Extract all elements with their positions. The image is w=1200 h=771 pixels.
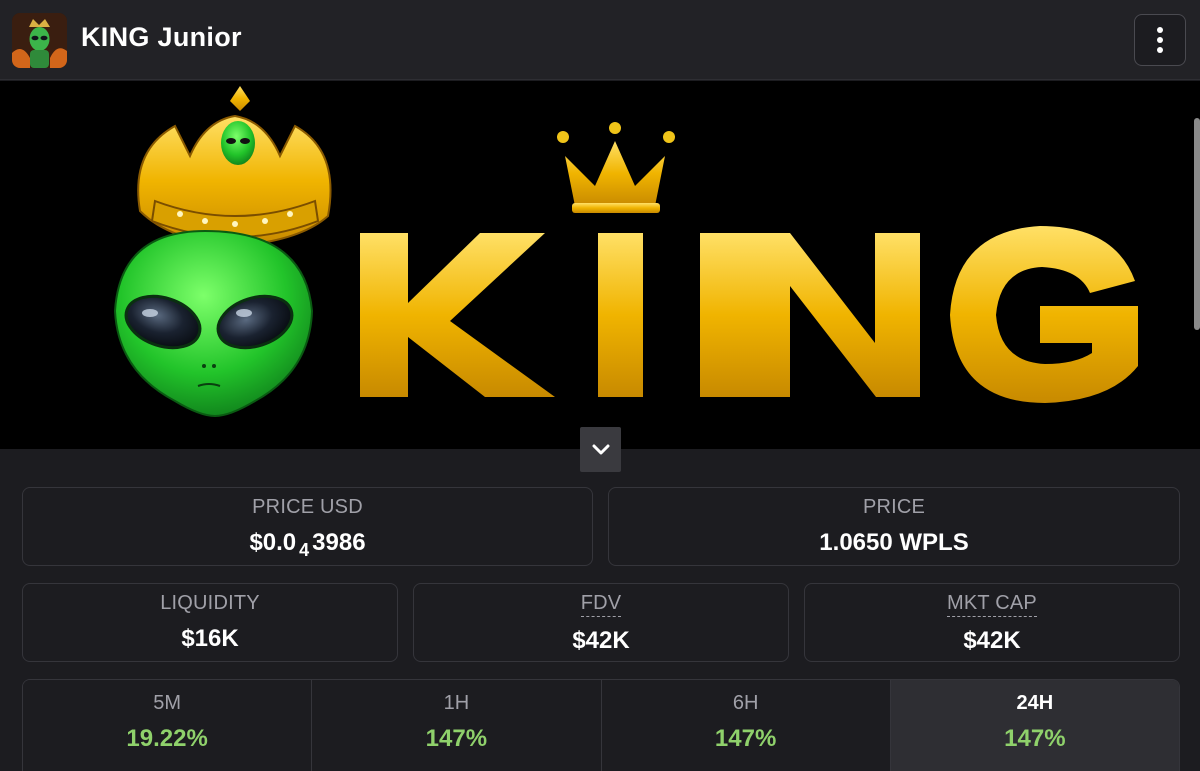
price-native-label: PRICE bbox=[862, 496, 926, 518]
tab-5m[interactable]: 5M 19.22% bbox=[23, 680, 313, 771]
token-banner bbox=[0, 81, 1200, 449]
price-change-value: 147% bbox=[714, 725, 777, 752]
fdv-value: $42K bbox=[572, 627, 630, 654]
liquidity-card: LIQUIDITY $16K bbox=[22, 583, 398, 662]
price-change-value: 147% bbox=[425, 725, 488, 752]
token-title: KING Junior bbox=[81, 22, 242, 52]
menu-dot bbox=[1157, 37, 1163, 43]
more-options-button[interactable] bbox=[1134, 14, 1186, 66]
price-native-card: PRICE 1.0650 WPLS bbox=[608, 487, 1180, 566]
king-crown-icon bbox=[557, 122, 675, 213]
alien-king-avatar-icon bbox=[12, 13, 67, 68]
price-change-value: 19.22% bbox=[126, 725, 208, 752]
fdv-card[interactable]: FDV $42K bbox=[413, 583, 789, 662]
chevron-down-icon bbox=[592, 444, 609, 454]
top-bar: KING Junior bbox=[0, 0, 1200, 80]
liquidity-value: $16K bbox=[181, 625, 239, 652]
token-avatar bbox=[12, 13, 67, 68]
tab-label: 1H bbox=[443, 692, 470, 714]
market-cap-label[interactable]: MKT CAP bbox=[947, 592, 1037, 617]
alien-crown-icon bbox=[137, 86, 332, 248]
tab-label: 6H bbox=[732, 692, 759, 714]
menu-dot bbox=[1157, 27, 1163, 33]
alien-head-icon bbox=[113, 229, 314, 418]
tab-1h[interactable]: 1H 147% bbox=[312, 680, 602, 771]
price-usd-label: PRICE USD bbox=[252, 496, 363, 518]
collapse-banner-button[interactable] bbox=[580, 427, 621, 472]
tab-6h[interactable]: 6H 147% bbox=[601, 680, 891, 771]
price-change-tabs: 5M 19.22% 1H 147% 6H 147% 24H 147% bbox=[22, 679, 1180, 771]
king-logo-image bbox=[113, 86, 1138, 418]
tab-label: 24H bbox=[1016, 692, 1054, 714]
liquidity-label: LIQUIDITY bbox=[160, 592, 260, 614]
banner-scrollbar[interactable] bbox=[1194, 118, 1200, 330]
tab-24h[interactable]: 24H 147% bbox=[890, 680, 1179, 771]
tab-label: 5M bbox=[153, 692, 182, 714]
price-usd-card: PRICE USD $0.0 4 3986 bbox=[22, 487, 593, 566]
price-native-value: 1.0650 WPLS bbox=[819, 529, 969, 556]
fdv-label[interactable]: FDV bbox=[580, 592, 622, 617]
king-wordmark bbox=[360, 216, 1138, 403]
menu-dot bbox=[1157, 47, 1163, 53]
price-usd-value: $0.0 4 3986 bbox=[249, 529, 366, 560]
market-cap-value: $42K bbox=[963, 627, 1021, 654]
price-change-value: 147% bbox=[1004, 725, 1066, 752]
market-cap-card[interactable]: MKT CAP $42K bbox=[804, 583, 1180, 662]
